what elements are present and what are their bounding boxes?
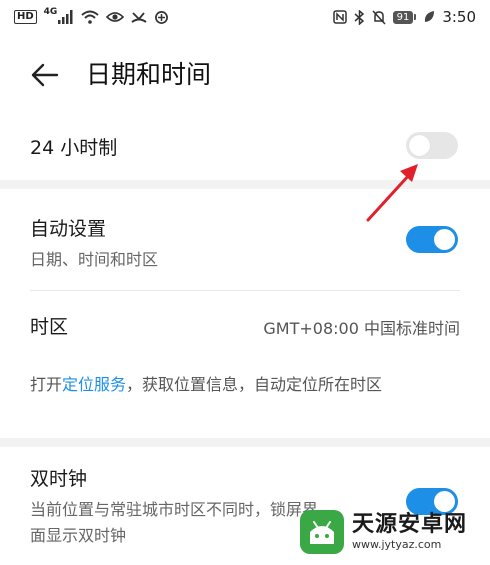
- mute-icon: [372, 9, 386, 25]
- hour24-toggle[interactable]: [406, 132, 458, 159]
- section-divider: [0, 438, 490, 447]
- row-divider: [30, 290, 460, 291]
- auto-setting-label: 自动设置: [30, 218, 107, 240]
- timezone-value: GMT+08:00 中国标准时间: [263, 319, 460, 338]
- page-title: 日期和时间: [86, 60, 212, 89]
- back-button[interactable]: [28, 60, 62, 90]
- timezone-row[interactable]: 时区 GMT+08:00 中国标准时间: [0, 296, 490, 354]
- toggle-knob: [409, 135, 430, 156]
- status-left: HD 4G: [14, 7, 169, 25]
- toggle-knob: [434, 229, 455, 250]
- battery-level: 91: [392, 10, 414, 24]
- auto-setting-sublabel: 日期、时间和时区: [30, 250, 159, 269]
- status-bar: HD 4G 91 3:50: [0, 0, 490, 34]
- hour24-label: 24 小时制: [30, 137, 118, 159]
- toggle-knob: [434, 491, 455, 512]
- android-logo-icon: [300, 510, 344, 554]
- annotation-arrow-icon: [366, 164, 418, 222]
- hint-prefix: 打开: [30, 375, 63, 394]
- location-hint: 打开定位服务，获取位置信息，自动定位所在时区: [30, 371, 450, 399]
- watermark: 天源安卓网 www.jytyaz.com: [300, 510, 467, 554]
- status-right: 91 3:50: [332, 8, 476, 26]
- missed-call-icon: [131, 12, 147, 23]
- status-time: 3:50: [442, 8, 476, 26]
- arrow-left-icon: [31, 63, 59, 87]
- battery-icon: 91: [392, 10, 417, 24]
- timezone-label: 时区: [30, 316, 69, 338]
- location-service-link[interactable]: 定位服务: [62, 375, 126, 394]
- hint-suffix: ，获取位置信息，自动定位所在时区: [126, 375, 383, 394]
- auto-setting-toggle[interactable]: [406, 226, 458, 253]
- signal-icon: [58, 10, 73, 24]
- dual-clock-sublabel-1: 当前位置与常驻城市时区不同时，锁屏界: [30, 500, 319, 519]
- dual-clock-sublabel-2: 面显示双时钟: [30, 526, 127, 545]
- data-saver-icon: [155, 10, 169, 24]
- watermark-url: www.jytyaz.com: [352, 538, 442, 551]
- eye-icon: [106, 12, 125, 22]
- watermark-title: 天源安卓网: [352, 512, 468, 537]
- bluetooth-icon: [354, 9, 364, 25]
- network-type: 4G: [43, 7, 58, 17]
- hd-badge: HD: [14, 10, 37, 24]
- wifi-icon: [81, 10, 99, 24]
- app-bar: 日期和时间: [0, 50, 490, 100]
- leaf-icon: [425, 11, 435, 22]
- dual-clock-label: 双时钟: [30, 468, 88, 490]
- nfc-icon: [332, 10, 347, 24]
